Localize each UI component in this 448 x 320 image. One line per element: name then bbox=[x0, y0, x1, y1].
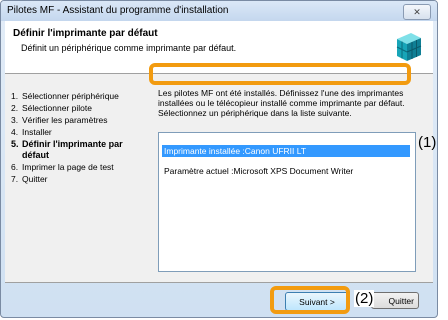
step-item: 6. Imprimer la page de test bbox=[11, 162, 114, 172]
install-cube-icon bbox=[396, 33, 422, 61]
installer-window: Pilotes MF - Assistant du programme d'in… bbox=[0, 0, 438, 318]
callout-label-2: (2) bbox=[354, 290, 375, 307]
step-label: Vérifier les paramètres bbox=[22, 115, 108, 125]
step-item: 2. Sélectionner pilote bbox=[11, 103, 92, 113]
step-item: 1. Sélectionner périphérique bbox=[11, 91, 119, 101]
wizard-header: Définir l'imprimante par défaut Définit … bbox=[5, 21, 433, 74]
page-subtitle: Définit un périphérique comme imprimante… bbox=[21, 43, 237, 53]
step-item: 7. Quitter bbox=[11, 174, 48, 184]
callout-label-1: (1) bbox=[418, 134, 437, 151]
close-button[interactable]: ✕ bbox=[403, 4, 431, 20]
list-item-selected-printer[interactable]: Imprimante installée :Canon UFRII LT bbox=[162, 145, 410, 157]
quit-button[interactable]: Quitter bbox=[371, 292, 419, 309]
step-label: Sélectionner périphérique bbox=[22, 91, 119, 101]
current-setting-label: Paramètre actuel :Microsoft XPS Document… bbox=[164, 166, 354, 176]
step-label: Quitter bbox=[22, 174, 48, 184]
wizard-body: 1. Sélectionner périphérique 2. Sélectionn… bbox=[5, 74, 433, 283]
step-item-active: 5. Définir l'imprimante par défaut bbox=[11, 139, 145, 161]
info-text: Les pilotes MF ont été installés. Défini… bbox=[158, 88, 405, 118]
title-bar: Pilotes MF - Assistant du programme d'in… bbox=[1, 1, 437, 21]
step-label: Sélectionner pilote bbox=[22, 103, 92, 113]
step-item: 3. Vérifier les paramètres bbox=[11, 115, 108, 125]
step-list: 1. Sélectionner périphérique 2. Sélectionn… bbox=[11, 91, 145, 186]
step-label: Installer bbox=[22, 127, 52, 137]
window-title: Pilotes MF - Assistant du programme d'in… bbox=[7, 5, 229, 16]
device-listbox[interactable]: Imprimante installée :Canon UFRII LT Par… bbox=[158, 132, 416, 272]
step-label: Définir l'imprimante par défaut bbox=[22, 139, 123, 160]
step-label: Imprimer la page de test bbox=[22, 162, 114, 172]
next-button[interactable]: Suivant > bbox=[285, 292, 349, 311]
content-panel: Les pilotes MF ont été installés. Défini… bbox=[158, 88, 421, 118]
page-title: Définir l'imprimante par défaut bbox=[13, 28, 158, 39]
close-x-icon: ✕ bbox=[413, 6, 421, 17]
step-item: 4. Installer bbox=[11, 127, 52, 137]
